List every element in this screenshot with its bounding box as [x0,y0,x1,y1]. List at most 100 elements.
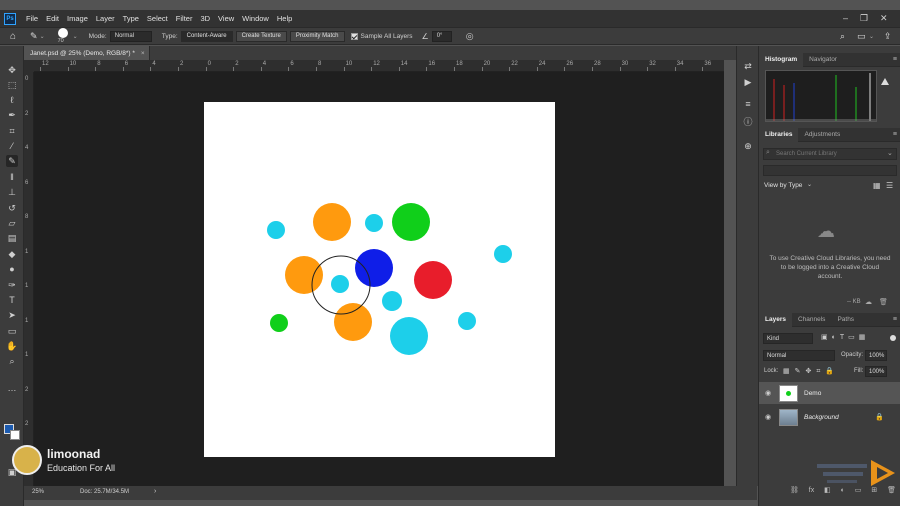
spot-healing-brush-tool-icon[interactable]: ✎ [6,155,18,167]
chevron-down-icon[interactable]: ⌄ [869,33,874,40]
actions-panel-icon[interactable]: ▶ [742,76,754,88]
menu-filter[interactable]: Filter [172,14,197,23]
trash-icon[interactable]: 🗑 [879,298,888,306]
menu-image[interactable]: Image [63,14,92,23]
proximity-match-button[interactable]: Proximity Match [289,30,345,42]
layer-name[interactable]: Background [804,414,839,421]
home-icon[interactable]: ⌂ [10,31,16,42]
type-tool-icon[interactable]: T [6,294,18,306]
menu-layer[interactable]: Layer [92,14,119,23]
document-canvas[interactable] [204,102,555,457]
close-icon[interactable]: ✕ [880,13,888,24]
layer-row-background[interactable]: ◉ Background 🔒 [759,406,900,428]
menu-3d[interactable]: 3D [196,14,214,23]
menu-view[interactable]: View [214,14,238,23]
zoom-level[interactable]: 25% [32,489,44,495]
create-texture-button[interactable]: Create Texture [235,30,287,42]
history-brush-tool-icon[interactable]: ↺ [6,202,18,214]
marquee-tool-icon[interactable]: ⬚ [6,79,18,91]
menu-file[interactable]: File [22,14,42,23]
ruler-vertical[interactable]: 024681111222 [24,72,34,486]
path-selection-tool-icon[interactable]: ➤ [6,309,18,321]
fill-input[interactable]: 100% [865,366,887,377]
eraser-tool-icon[interactable]: ▱ [6,217,18,229]
layer-name[interactable]: Demo [804,390,821,397]
tab-paths[interactable]: Paths [831,313,860,327]
move-tool-icon[interactable]: ✥ [6,64,18,76]
content-aware-button[interactable]: Content-Aware [180,30,233,42]
chevron-right-icon[interactable]: › [154,488,156,495]
gradient-tool-icon[interactable]: ▤ [6,232,18,244]
crop-tool-icon[interactable]: ⌗ [6,125,18,137]
brush-settings-panel-icon[interactable]: ⊕ [742,140,754,152]
list-view-icon[interactable]: ☰ [886,181,893,190]
eye-visibility-icon[interactable]: ◉ [765,413,771,421]
tab-histogram[interactable]: Histogram [759,52,804,67]
chevron-down-icon[interactable]: ⌄ [73,33,78,40]
new-group-icon[interactable]: ▭ [855,486,862,494]
history-panel-icon[interactable]: ⇄ [742,60,754,72]
ruler-horizontal[interactable]: 12 10 8 6 4 2 0 2 4 6 8 10 12 14 16 18 20 22 24 26 28 30 32 34 3… [34,60,724,72]
lasso-tool-icon[interactable]: ℓ [6,94,18,106]
close-tab-icon[interactable]: × [141,50,145,57]
sample-all-layers-checkbox[interactable] [350,32,358,40]
menu-select[interactable]: Select [143,14,172,23]
rectangle-tool-icon[interactable]: ▭ [6,325,18,337]
properties-panel-icon[interactable]: ≡ [742,98,754,110]
link-layers-icon[interactable]: ⛓ [790,486,799,494]
new-layer-icon[interactable]: ⊞ [871,486,877,494]
grid-view-icon[interactable]: ▦ [873,181,881,190]
opacity-input[interactable]: 100% [865,350,887,361]
clone-stamp-tool-icon[interactable]: ⊥ [6,186,18,198]
angle-input[interactable]: 0° [431,30,452,42]
zoom-tool-icon[interactable]: ⌕ [6,355,18,367]
search-icon[interactable]: ⌕ [840,31,845,42]
fx-icon[interactable]: fx [809,487,814,494]
dodge-tool-icon[interactable]: ● [6,263,18,275]
layer-filter-icons[interactable]: ▣◐T▭▦ [821,333,869,341]
panel-menu-icon[interactable]: ≡ [893,56,897,63]
panel-menu-icon[interactable]: ≡ [893,316,897,323]
panel-menu-icon[interactable]: ≡ [893,131,897,138]
eyedropper-tool-icon[interactable]: ⁄ [6,140,18,152]
restore-icon[interactable]: ❐ [860,13,868,24]
layer-row-demo[interactable]: ◉ Demo [759,382,900,404]
background-color-swatch[interactable] [10,430,20,440]
view-by-dropdown[interactable]: View by Type [764,182,802,189]
share-icon[interactable]: ⇪ [884,31,892,42]
blur-tool-icon[interactable]: ◆ [6,248,18,260]
layer-filter-kind-select[interactable]: Kind [763,333,813,344]
tab-libraries[interactable]: Libraries [759,127,799,142]
workspace-icon[interactable]: ▭ [857,31,866,42]
hand-tool-icon[interactable]: ✋ [6,340,18,352]
cloud-sync-icon[interactable]: ☁ [865,298,872,306]
brush-preset-picker[interactable]: 70 [55,28,73,44]
tab-layers[interactable]: Layers [759,312,792,327]
cached-data-warning-icon[interactable] [881,78,889,85]
document-tab[interactable]: Janet.psd @ 25% (Demo, RGB/8*) * × [24,46,150,60]
more-tools-icon[interactable]: … [6,382,18,394]
info-panel-icon[interactable]: ⓘ [742,116,754,128]
blend-mode-select[interactable]: Normal [763,350,835,361]
delete-layer-icon[interactable]: 🗑 [887,486,896,494]
healing-brush-icon[interactable]: ✎ [30,31,38,42]
ruler-origin[interactable] [24,60,34,72]
minimize-icon[interactable]: – [843,13,848,23]
chevron-down-icon[interactable]: ⌄ [807,181,812,188]
photoshop-logo-icon[interactable]: Ps [4,12,16,25]
lock-option-icons[interactable]: ▦✎✥⌗🔒 [783,367,839,376]
library-search-input[interactable]: Search Current Library [763,148,897,160]
menu-edit[interactable]: Edit [42,14,63,23]
library-select[interactable] [763,165,897,176]
pen-tool-icon[interactable]: ✑ [6,279,18,291]
menu-help[interactable]: Help [273,14,296,23]
tab-navigator[interactable]: Navigator [803,53,843,67]
menu-window[interactable]: Window [238,14,273,23]
chevron-down-icon[interactable]: ⌄ [40,33,45,40]
brush-tool-icon[interactable]: ǁ [6,171,18,183]
chevron-down-icon[interactable]: ⌄ [887,149,893,157]
tab-adjustments[interactable]: Adjustments [798,128,846,142]
adjustment-layer-icon[interactable]: ◐ [841,487,845,494]
add-mask-icon[interactable]: ◧ [824,486,831,494]
pressure-size-icon[interactable]: ◎ [466,31,474,42]
